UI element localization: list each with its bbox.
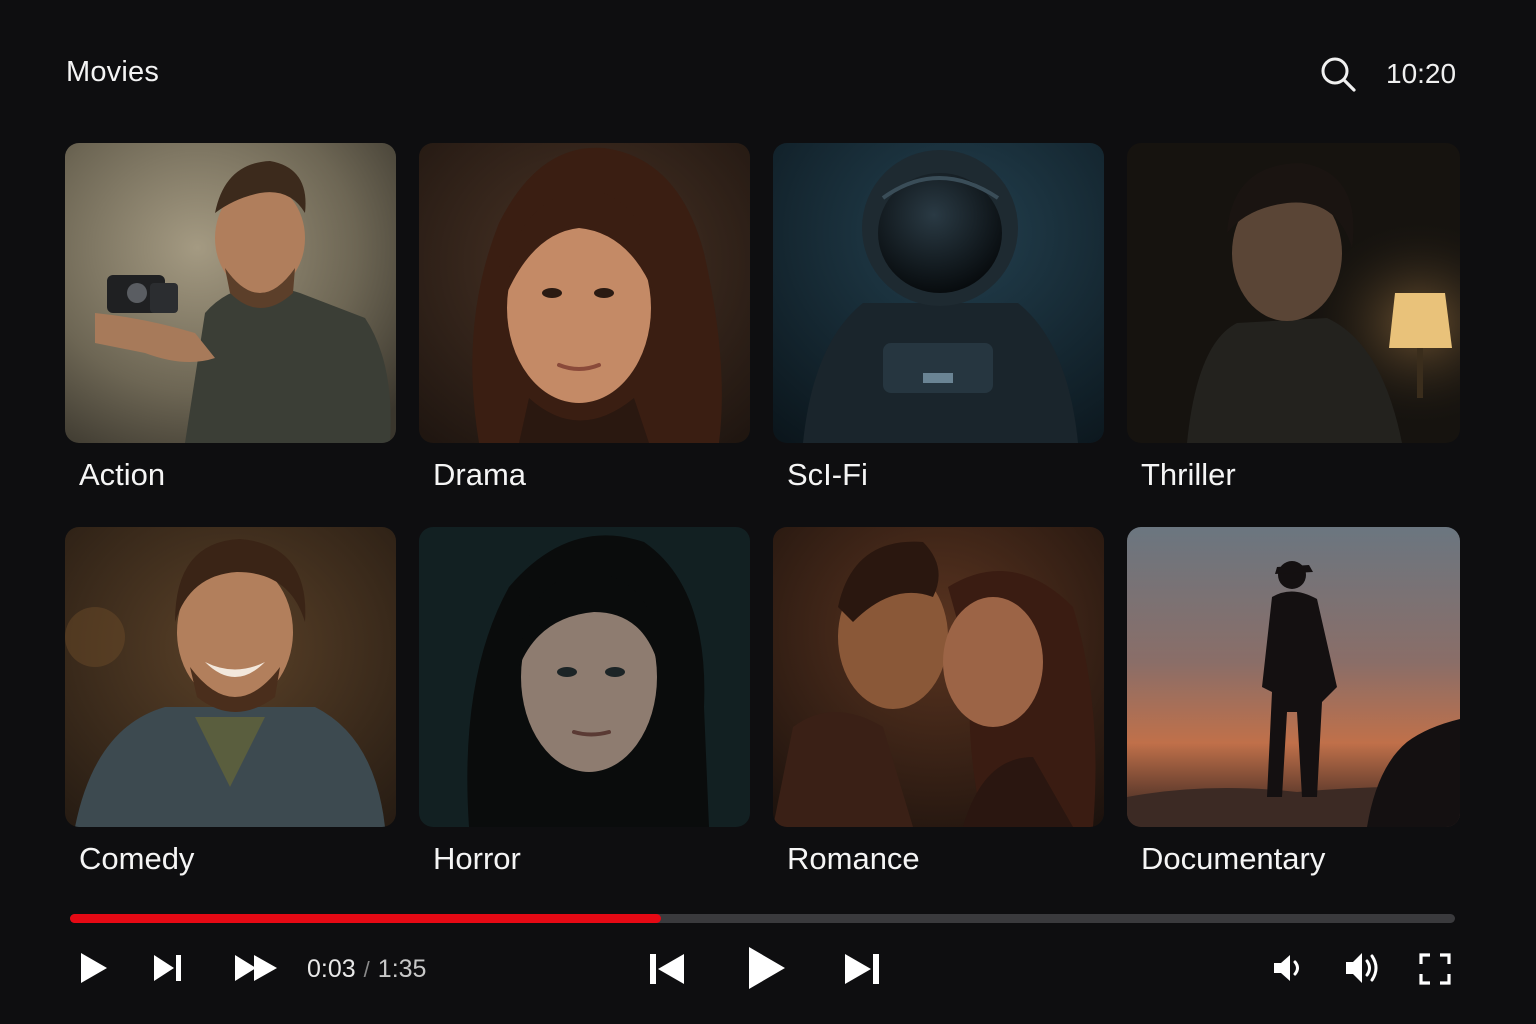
fullscreen-icon	[1419, 953, 1451, 985]
genre-thumbnail	[65, 143, 396, 443]
next-track-icon	[154, 955, 181, 981]
genre-label: ScI-Fi	[787, 457, 868, 492]
genre-label: Documentary	[1141, 841, 1326, 876]
current-time: 0:03	[307, 955, 356, 983]
play-button[interactable]	[78, 951, 110, 985]
genre-thumbnail	[1127, 527, 1460, 827]
genre-label: Comedy	[79, 841, 195, 876]
volume-down-icon	[1274, 955, 1299, 981]
genre-label: Horror	[433, 841, 521, 876]
volume-up-button[interactable]	[1344, 951, 1382, 985]
genre-label: Romance	[787, 841, 920, 876]
genre-label: Action	[79, 457, 166, 492]
play-icon	[749, 947, 785, 989]
genre-thumbnail	[65, 527, 396, 827]
genre-thumbnail	[773, 143, 1104, 443]
fast-forward-icon	[235, 955, 277, 981]
genre-label: Drama	[433, 457, 527, 492]
genre-label: Thriller	[1141, 457, 1236, 492]
seek-bar-progress	[70, 914, 662, 923]
top-bar: Movies 10:20	[0, 0, 1536, 120]
previous-icon	[650, 954, 684, 984]
genre-thumbnail	[773, 527, 1104, 827]
volume-down-button[interactable]	[1272, 953, 1308, 983]
search-icon	[1321, 57, 1356, 92]
volume-up-icon	[1346, 953, 1378, 983]
seek-bar[interactable]	[70, 914, 1455, 923]
total-duration: 1:35	[377, 955, 427, 983]
fullscreen-button[interactable]	[1419, 953, 1451, 985]
clock: 10:20	[1386, 58, 1457, 89]
next-track-button[interactable]	[152, 953, 184, 983]
main-play-button[interactable]	[746, 945, 788, 991]
fast-forward-button[interactable]	[233, 953, 279, 983]
playback-time: 0:03 / 1:35	[307, 955, 426, 984]
previous-button[interactable]	[648, 952, 686, 986]
next-button[interactable]	[843, 952, 881, 986]
page-title: Movies	[66, 56, 160, 88]
play-icon	[81, 953, 107, 983]
genre-thumbnail	[419, 143, 750, 443]
next-icon	[845, 954, 879, 984]
search-button[interactable]	[1318, 54, 1358, 94]
genre-thumbnail	[1127, 143, 1460, 443]
genre-thumbnail	[419, 527, 750, 827]
time-separator: /	[363, 957, 370, 982]
